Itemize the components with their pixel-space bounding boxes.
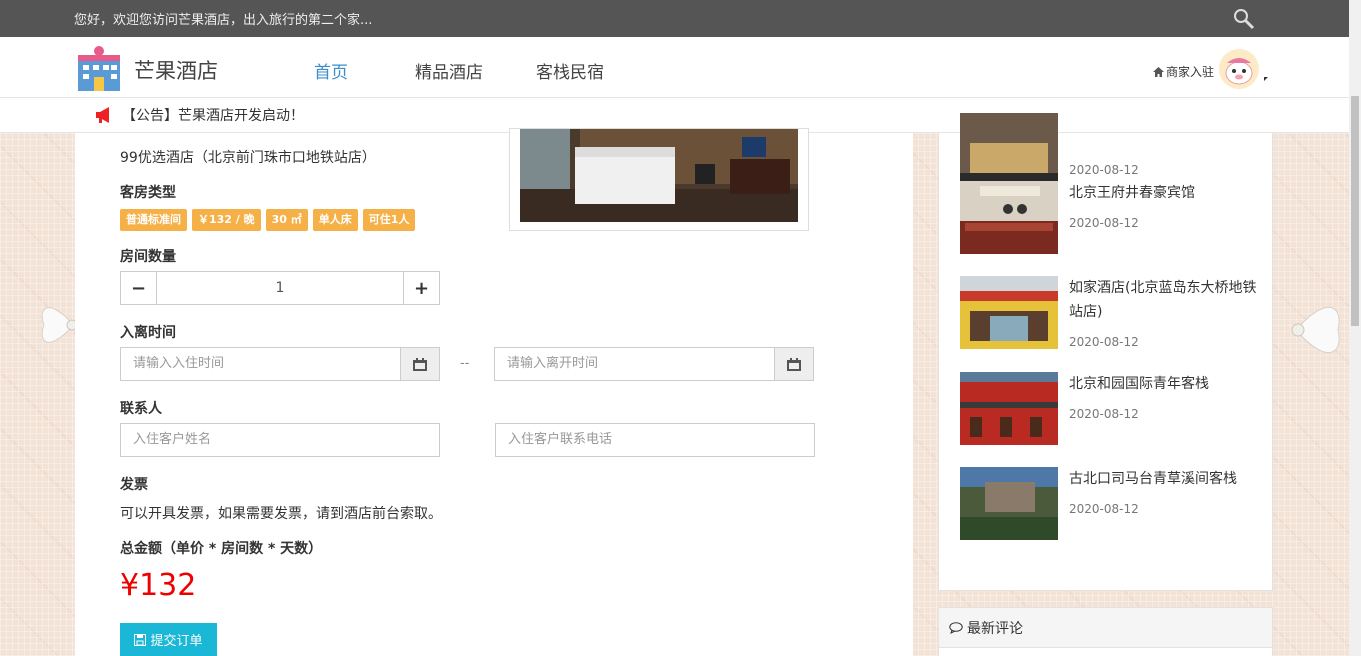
room-photo bbox=[509, 128, 809, 231]
merchant-join-link[interactable]: 商家入驻 bbox=[1153, 63, 1214, 80]
hotel-list-item[interactable]: 古北口司马台青草溪间客栈 2020-08-12 bbox=[960, 467, 1260, 540]
hotel-thumbnail[interactable] bbox=[960, 113, 1058, 186]
welcome-text: 您好，欢迎您访问芒果酒店，出入旅行的第二个家... bbox=[74, 13, 373, 28]
stay-dates-label: 入离时间 bbox=[120, 325, 176, 341]
main-navbar: 芒果酒店 首页 精品酒店 客栈民宿 商家入驻 bbox=[0, 37, 1349, 98]
room-count-label: 房间数量 bbox=[120, 249, 176, 265]
decrease-button[interactable]: − bbox=[121, 272, 157, 304]
hotel-thumbnail[interactable] bbox=[960, 372, 1058, 445]
total-label: 总金额（单价 * 房间数 * 天数） bbox=[120, 541, 323, 557]
checkout-date-field[interactable]: 请输入离开时间 bbox=[494, 347, 814, 381]
contact-name-input[interactable]: 入住客户姓名 bbox=[120, 423, 440, 457]
date-separator: -- bbox=[460, 356, 470, 371]
room-tag: 普通标准间 bbox=[120, 209, 187, 231]
hotel-name[interactable]: 北京和园国际青年客栈 bbox=[1069, 372, 1259, 396]
avatar-cartoon-icon bbox=[1219, 49, 1259, 89]
submit-order-label: 提交订单 bbox=[150, 634, 203, 649]
room-count-value[interactable]: 1 bbox=[157, 272, 403, 304]
room-count-stepper: − 1 + bbox=[120, 271, 440, 305]
hotel-name: 99优选酒店（北京前门珠市口地铁站店） bbox=[120, 150, 376, 166]
announcement-text[interactable]: 【公告】芒果酒店开发启动！ bbox=[122, 105, 304, 125]
hotel-name[interactable]: 古北口司马台青草溪间客栈 bbox=[1069, 467, 1259, 491]
contact-phone-input[interactable]: 入住客户联系电话 bbox=[495, 423, 815, 457]
booking-form-panel: 99优选酒店（北京前门珠市口地铁站店） 客房类型 普通标准间 ￥132 / 晚 … bbox=[75, 128, 913, 656]
nav-inns[interactable]: 客栈民宿 bbox=[536, 58, 604, 83]
ribbon-bow-decoration bbox=[1291, 307, 1340, 353]
recommended-hotels-panel: 2020-08-12 北京王府井春豪宾馆 2020-08-12 如家酒店(北京蓝… bbox=[938, 113, 1273, 591]
contact-label: 联系人 bbox=[120, 401, 162, 417]
invoice-text: 可以开具发票，如果需要发票，请到酒店前台索取。 bbox=[120, 506, 442, 522]
room-tags: 普通标准间 ￥132 / 晚 30 ㎡ 单人床 可住1人 bbox=[120, 209, 416, 231]
nav-home[interactable]: 首页 bbox=[314, 58, 348, 83]
user-menu-caret-icon[interactable] bbox=[1264, 77, 1268, 81]
checkout-input[interactable]: 请输入离开时间 bbox=[495, 348, 774, 380]
user-avatar[interactable] bbox=[1219, 49, 1259, 89]
room-photo-image bbox=[520, 129, 798, 222]
hotel-date: 2020-08-12 bbox=[1069, 335, 1139, 349]
hotel-list-item[interactable]: 北京和园国际青年客栈 2020-08-12 bbox=[960, 372, 1260, 445]
search-icon[interactable] bbox=[1232, 7, 1256, 31]
top-bar: 您好，欢迎您访问芒果酒店，出入旅行的第二个家... bbox=[0, 0, 1349, 37]
home-icon bbox=[1153, 66, 1164, 77]
hotel-list-item[interactable]: 北京王府井春豪宾馆 2020-08-12 bbox=[960, 181, 1260, 254]
checkin-date-field[interactable]: 请输入入住时间 bbox=[120, 347, 440, 381]
megaphone-icon bbox=[96, 107, 109, 123]
comment-icon bbox=[949, 621, 963, 634]
hotel-thumbnail[interactable] bbox=[960, 181, 1058, 254]
submit-order-button[interactable]: 提交订单 bbox=[120, 623, 217, 656]
room-type-label: 客房类型 bbox=[120, 185, 176, 201]
increase-button[interactable]: + bbox=[403, 272, 439, 304]
hotel-name[interactable]: 如家酒店(北京蓝岛东大桥地铁站店) bbox=[1069, 276, 1259, 324]
room-tag: 30 ㎡ bbox=[265, 209, 308, 231]
total-amount: ¥132 bbox=[120, 568, 197, 603]
nav-boutique-hotels[interactable]: 精品酒店 bbox=[415, 58, 483, 83]
calendar-icon[interactable] bbox=[774, 348, 813, 380]
room-tag: ￥132 / 晚 bbox=[192, 209, 261, 231]
hotel-list-item[interactable]: 如家酒店(北京蓝岛东大桥地铁站店) 2020-08-12 bbox=[960, 276, 1260, 349]
merchant-join-label: 商家入驻 bbox=[1166, 65, 1215, 79]
calendar-icon[interactable] bbox=[400, 348, 439, 380]
latest-comments-title: 最新评论 bbox=[967, 620, 1023, 637]
hotel-list-item[interactable]: 2020-08-12 bbox=[960, 113, 1260, 186]
latest-comments-header: 最新评论 bbox=[939, 608, 1272, 648]
hotel-logo-icon[interactable] bbox=[74, 45, 124, 91]
hotel-thumbnail[interactable] bbox=[960, 276, 1058, 349]
room-tag: 单人床 bbox=[312, 209, 358, 231]
hotel-name[interactable]: 北京王府井春豪宾馆 bbox=[1069, 181, 1259, 205]
hotel-date: 2020-08-12 bbox=[1069, 502, 1139, 516]
scrollbar-thumb[interactable] bbox=[1351, 96, 1359, 326]
save-icon bbox=[134, 633, 147, 646]
hotel-thumbnail[interactable] bbox=[960, 467, 1058, 540]
hotel-date: 2020-08-12 bbox=[1069, 216, 1139, 230]
latest-comments-panel: 最新评论 bbox=[938, 607, 1273, 656]
hotel-date: 2020-08-12 bbox=[1069, 407, 1139, 421]
ribbon-bow-decoration bbox=[41, 307, 76, 343]
brand-name[interactable]: 芒果酒店 bbox=[134, 55, 218, 85]
room-tag: 可住1人 bbox=[362, 209, 416, 231]
hotel-date: 2020-08-12 bbox=[1069, 163, 1139, 177]
checkin-input[interactable]: 请输入入住时间 bbox=[121, 348, 400, 380]
invoice-label: 发票 bbox=[120, 477, 148, 493]
